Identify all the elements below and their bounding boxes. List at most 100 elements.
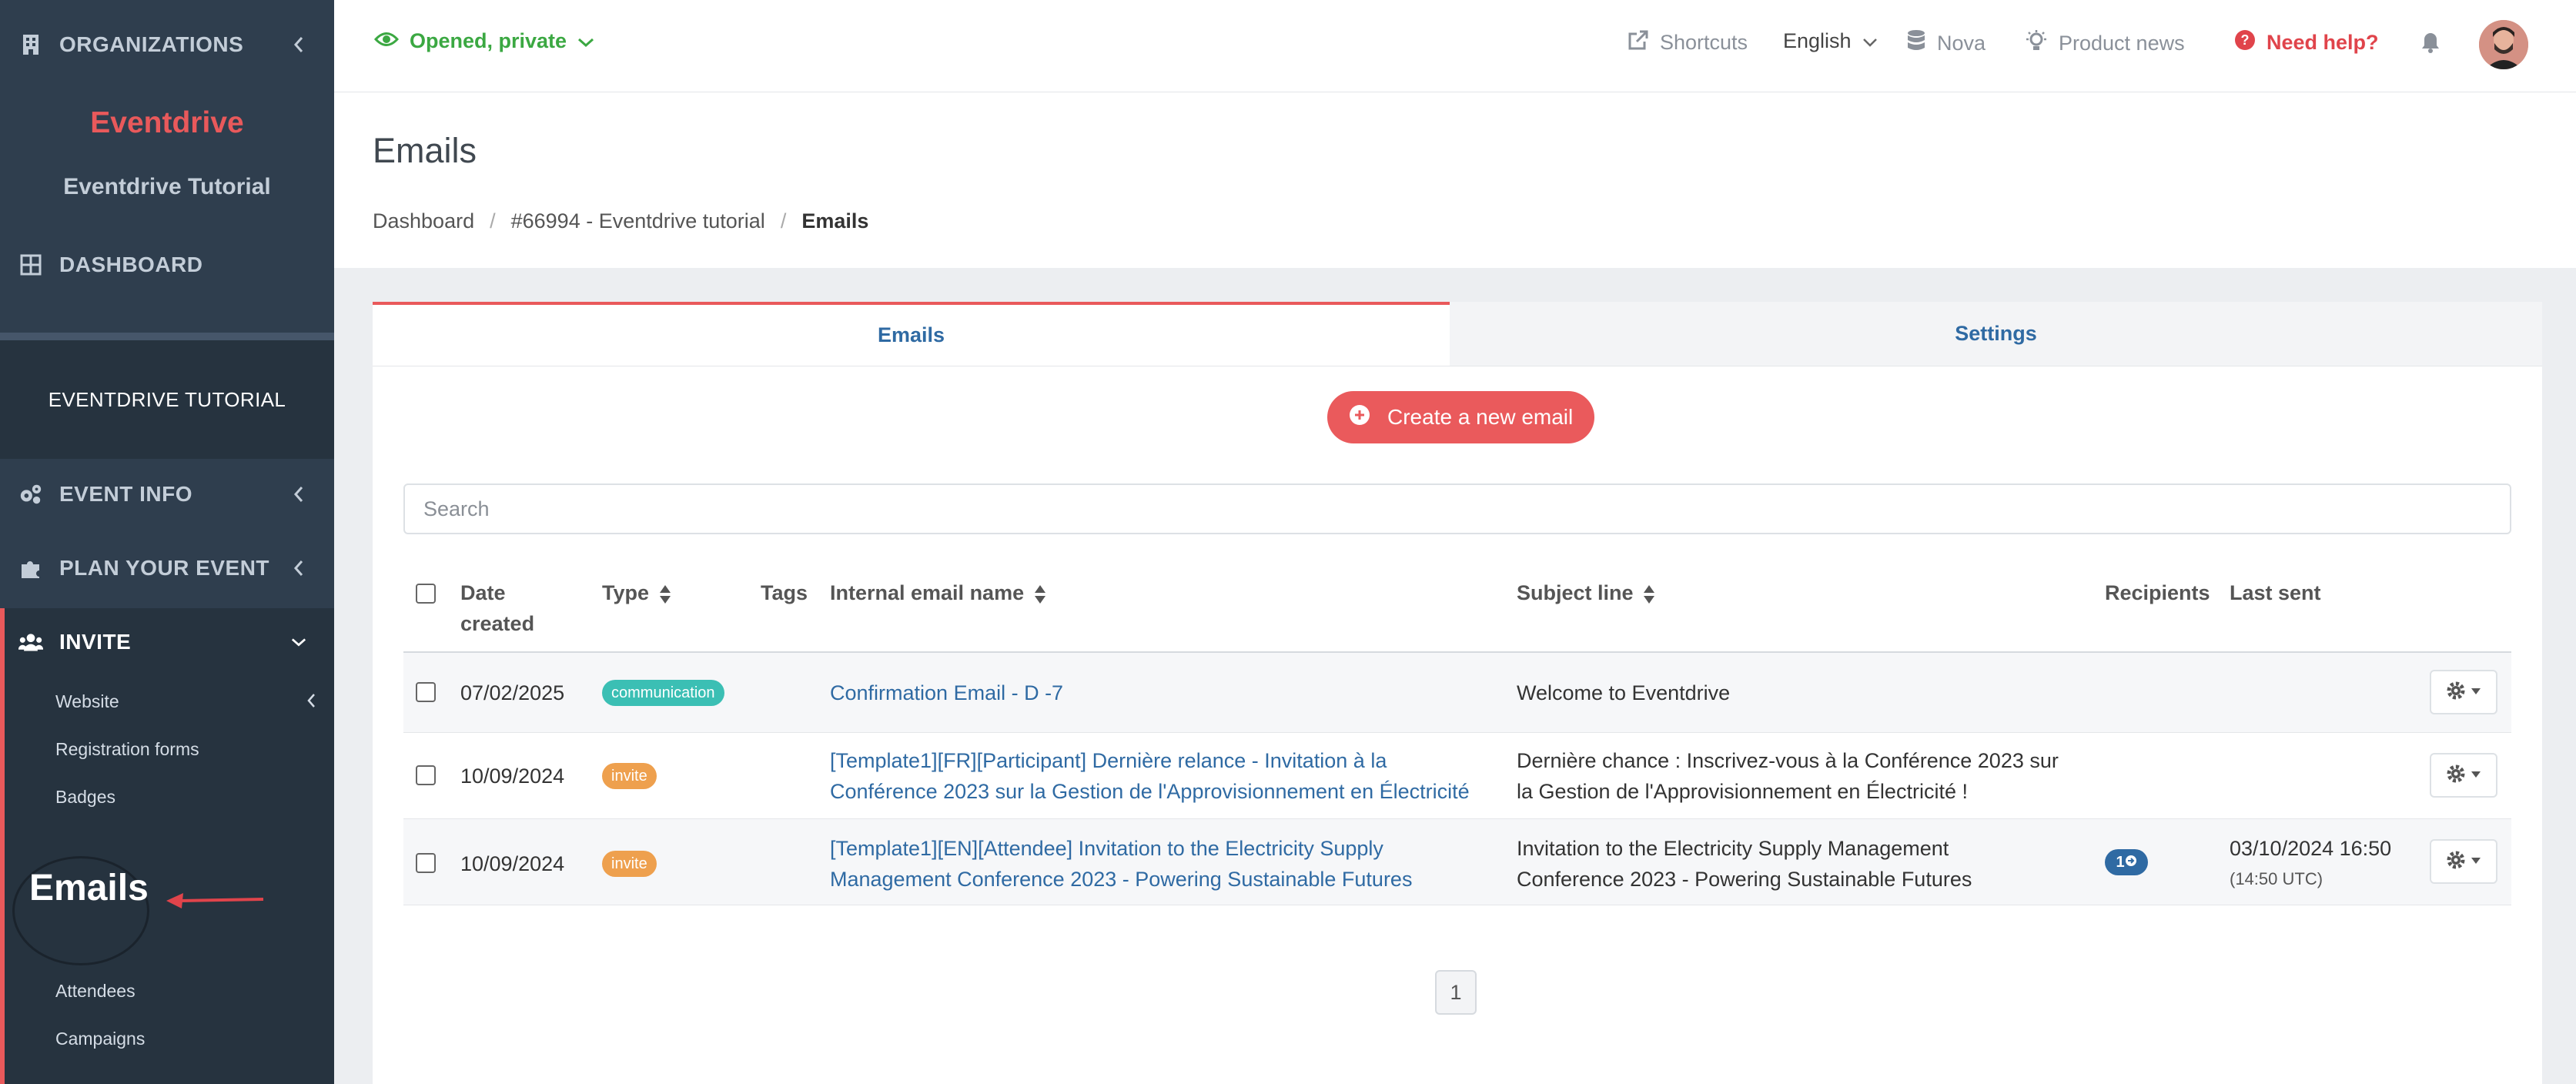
sidebar-label: EVENT INFO — [59, 482, 193, 506]
row-actions-button[interactable] — [2430, 670, 2497, 714]
type-badge: communication — [602, 680, 724, 706]
column-tags: Tags — [761, 581, 808, 604]
sidebar-subitem-website[interactable]: Website — [55, 691, 119, 712]
last-sent-date: 03/10/2024 16:50 — [2230, 837, 2392, 860]
sort-icon — [659, 584, 671, 604]
gear-icon — [2446, 681, 2466, 704]
breadcrumb-event[interactable]: #66994 - Eventdrive tutorial — [511, 209, 765, 233]
chevron-down-icon — [291, 630, 306, 654]
gears-icon — [18, 482, 43, 507]
sidebar-label: INVITE — [59, 630, 132, 654]
type-badge: invite — [602, 763, 657, 789]
email-name-link[interactable]: [Template1][EN][Attendee] Invitation to … — [830, 833, 1412, 895]
row-date: 10/09/2024 — [460, 852, 565, 875]
row-checkbox[interactable] — [416, 853, 436, 873]
sidebar-item-organizations[interactable]: ORGANIZATIONS — [0, 29, 334, 60]
breadcrumb-current: Emails — [801, 209, 869, 233]
invite-section — [0, 608, 334, 1084]
sidebar-item-dashboard[interactable]: DASHBOARD — [0, 249, 334, 280]
caret-down-icon — [2471, 685, 2481, 699]
event-title: EVENTDRIVE TUTORIAL — [48, 388, 286, 411]
organization-subtitle: Eventdrive Tutorial — [63, 174, 271, 199]
recipients-badge[interactable]: 1 — [2105, 849, 2148, 875]
organization-name[interactable]: Eventdrive — [0, 106, 334, 140]
row-date: 10/09/2024 — [460, 764, 565, 788]
email-name-link[interactable]: [Template1][FR][Participant] Dernière re… — [830, 745, 1470, 807]
table-row: 10/09/2024 invite [Template1][FR][Partic… — [403, 733, 2511, 819]
sidebar-item-event-info[interactable]: EVENT INFO — [0, 479, 334, 510]
column-type-label: Type — [602, 581, 650, 604]
event-status-dropdown[interactable]: Opened, private — [373, 29, 594, 53]
sidebar-item-invite[interactable]: INVITE — [0, 627, 334, 657]
caret-down-icon — [2471, 768, 2481, 782]
breadcrumb-dashboard[interactable]: Dashboard — [373, 209, 474, 233]
product-news-link[interactable]: Product news — [2025, 29, 2185, 58]
sidebar-subitem-emails[interactable]: Emails — [29, 867, 149, 909]
tab-settings[interactable]: Settings — [1450, 302, 2542, 366]
sidebar-subitem-campaigns[interactable]: Campaigns — [55, 1029, 145, 1049]
recipients-count: 1 — [2116, 853, 2125, 871]
row-checkbox[interactable] — [416, 682, 436, 702]
sidebar-subitem-badges[interactable]: Badges — [55, 787, 115, 808]
subject-line: Invitation to the Electricity Supply Man… — [1517, 833, 1972, 895]
last-sent-utc: (14:50 UTC) — [2230, 869, 2323, 888]
row-actions-button[interactable] — [2430, 839, 2497, 884]
column-last-sent: Last sent — [2230, 581, 2321, 604]
pagination-page-1[interactable]: 1 — [1435, 970, 1477, 1015]
shortcuts-link[interactable]: Shortcuts — [1628, 29, 1748, 56]
sign-in-icon — [2125, 854, 2137, 872]
sort-icon — [1034, 584, 1045, 604]
select-all-checkbox[interactable] — [416, 584, 436, 604]
shortcuts-label: Shortcuts — [1660, 31, 1748, 54]
page-title: Emails — [373, 131, 477, 170]
grid-icon — [18, 253, 43, 277]
email-name-line: [Template1][FR][Participant] Dernière re… — [830, 749, 1387, 772]
sidebar: ORGANIZATIONS Eventdrive Eventdrive Tuto… — [0, 0, 334, 1084]
product-news-label: Product news — [2059, 32, 2185, 55]
column-subject[interactable]: Subject line — [1517, 577, 1656, 608]
row-date: 07/02/2025 — [460, 681, 565, 704]
database-icon — [1906, 29, 1926, 58]
column-subject-label: Subject line — [1517, 581, 1634, 604]
chevron-down-icon — [577, 29, 594, 53]
sidebar-subitem-attendees[interactable]: Attendees — [55, 981, 135, 1002]
column-internal-name[interactable]: Internal email name — [830, 577, 1047, 608]
email-name-line: Confirmation Email - D -7 — [830, 681, 1064, 704]
email-name-line: Management Conference 2023 - Powering Su… — [830, 868, 1413, 891]
sidebar-label: ORGANIZATIONS — [59, 32, 244, 56]
create-email-button[interactable]: Create a new email — [1327, 391, 1595, 443]
email-name-link[interactable]: Confirmation Email - D -7 — [830, 678, 1063, 708]
subject-line: Dernière chance : Inscrivez-vous à la Co… — [1517, 745, 2059, 807]
svg-text:?: ? — [2241, 32, 2250, 48]
sidebar-label: DASHBOARD — [59, 253, 203, 276]
table-row: 10/09/2024 invite [Template1][EN][Attend… — [403, 819, 2511, 905]
breadcrumb: Dashboard / #66994 - Eventdrive tutorial… — [373, 209, 868, 233]
help-link[interactable]: ? Need help? — [2234, 29, 2379, 56]
sidebar-item-plan-your-event[interactable]: PLAN YOUR EVENT — [0, 553, 334, 584]
language-label: English — [1783, 29, 1852, 52]
breadcrumb-separator: / — [780, 209, 787, 233]
subject-line: Welcome to Eventdrive — [1517, 678, 1730, 708]
emails-card: Emails Settings Create a new email Date … — [373, 302, 2542, 1084]
lightbulb-icon — [2025, 29, 2048, 58]
users-icon — [18, 630, 43, 654]
sidebar-divider — [0, 333, 334, 340]
column-internal-name-label: Internal email name — [830, 581, 1025, 604]
puzzle-icon — [18, 556, 43, 580]
chevron-left-icon — [291, 32, 306, 57]
sidebar-label: PLAN YOUR EVENT — [59, 556, 270, 580]
sidebar-subitem-registration-forms[interactable]: Registration forms — [55, 739, 199, 760]
bell-icon[interactable] — [2420, 31, 2441, 58]
row-actions-button[interactable] — [2430, 753, 2497, 798]
tab-emails[interactable]: Emails — [373, 302, 1450, 366]
row-checkbox[interactable] — [416, 765, 436, 785]
language-dropdown[interactable]: English — [1783, 29, 1878, 53]
email-name-line: Conférence 2023 sur la Gestion de l'Appr… — [830, 780, 1470, 803]
email-name-line: [Template1][EN][Attendee] Invitation to … — [830, 837, 1383, 860]
search-input[interactable] — [403, 483, 2511, 534]
workspace-selector[interactable]: Nova — [1906, 29, 1986, 58]
subject-line-text: la Gestion de l'Approvisionnement en Éle… — [1517, 780, 1968, 803]
plus-circle-icon — [1349, 404, 1370, 431]
column-type[interactable]: Type — [602, 577, 672, 608]
user-avatar[interactable] — [2479, 20, 2528, 69]
